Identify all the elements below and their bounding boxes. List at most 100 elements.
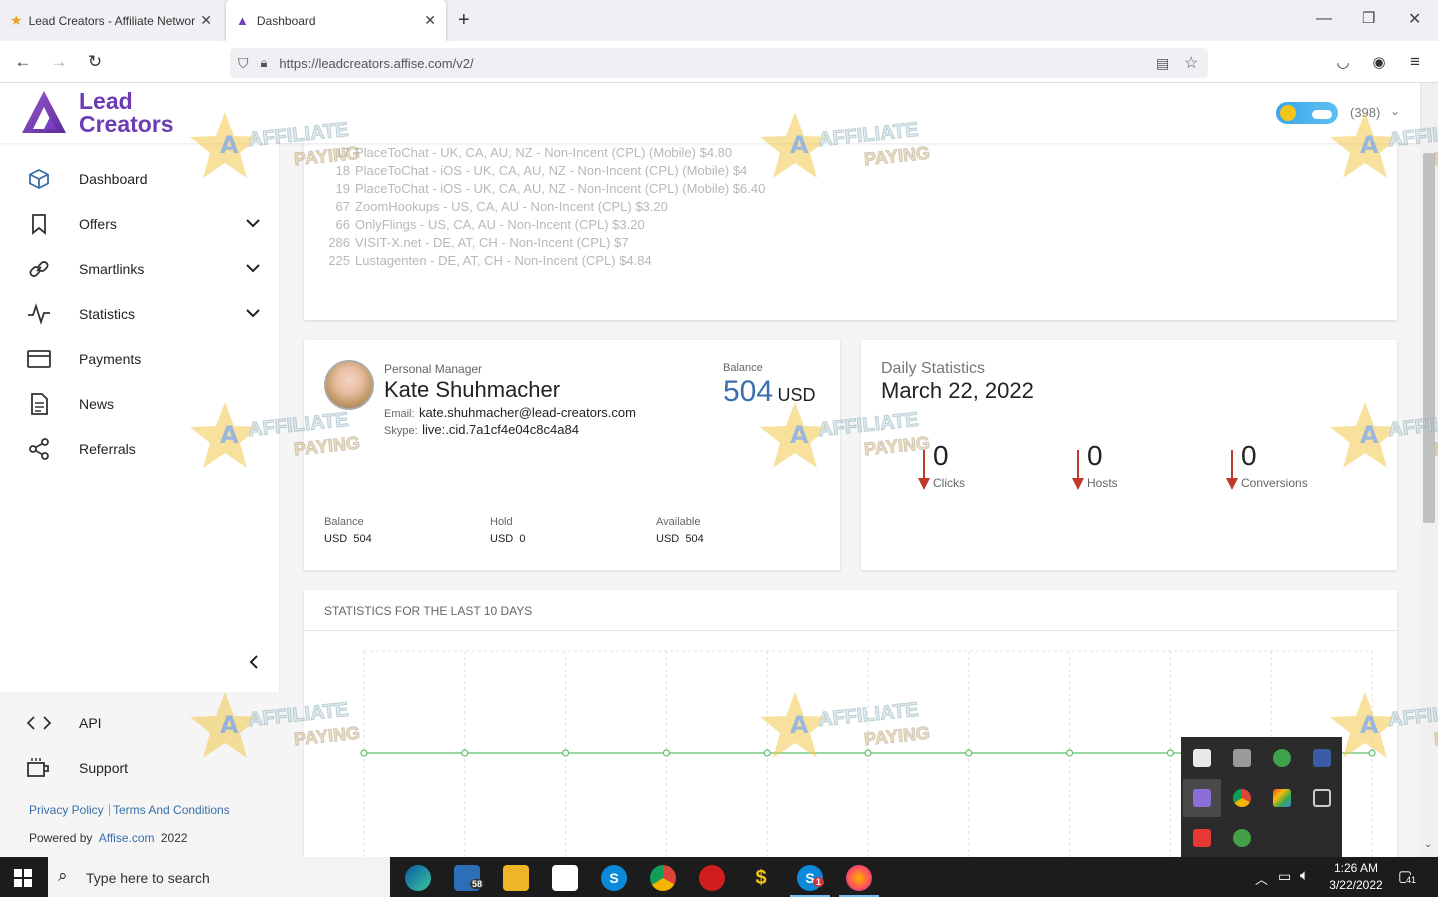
offer-row[interactable]: 67 ZoomHookups - US, CA, AU - Non-Incent … [324, 199, 668, 214]
chart-point[interactable] [1166, 749, 1175, 757]
logo[interactable]: Lead Creators [22, 89, 174, 142]
offer-row[interactable]: 286 VISIT-X.net - DE, AT, CH - Non-Incent… [324, 235, 628, 250]
scrollbar-thumb[interactable] [1423, 153, 1435, 523]
opera-icon[interactable] [699, 865, 725, 891]
firefox-icon[interactable] [846, 865, 872, 891]
taskbar-search-box[interactable]: ⌕ Type here to search [48, 857, 390, 897]
offer-row[interactable]: 225 Lustagenten - DE, AT, CH - Non-Incent… [324, 253, 651, 268]
forward-icon[interactable]: → [48, 51, 70, 73]
sidebar-item-offers[interactable]: Offers [0, 202, 280, 246]
camera-tray-icon[interactable] [1313, 789, 1331, 807]
reader-view-icon[interactable]: ▤ [1156, 55, 1169, 72]
minimize-icon[interactable]: — [1316, 10, 1332, 28]
chevron-down-icon[interactable]: ⌄ [1390, 104, 1400, 118]
chrome-tray-icon[interactable] [1233, 789, 1251, 807]
bookmark-icon [26, 211, 52, 237]
clock-date[interactable]: 3/22/2022 [1328, 878, 1384, 892]
sidebar-item-label: Dashboard [79, 171, 148, 187]
chevron-down-icon[interactable] [244, 306, 262, 322]
offer-id: 225 [328, 253, 350, 268]
volume-icon[interactable]: 🔈︎ [1300, 867, 1309, 884]
browser-tab-dashboard[interactable]: ▲ Dashboard ✕ [226, 0, 446, 41]
restore-icon[interactable]: ❐ [1362, 9, 1375, 27]
chevron-down-icon[interactable] [244, 261, 262, 277]
page-scrollbar[interactable]: ⌄ [1420, 83, 1438, 857]
skype-icon[interactable]: S [601, 865, 627, 891]
footer-value: USD 0 [490, 533, 526, 545]
chart-point[interactable] [1368, 749, 1376, 757]
sidebar-item-smartlinks[interactable]: Smartlinks [0, 247, 280, 291]
sidebar-item-news[interactable]: News [0, 382, 280, 426]
chevron-down-icon[interactable] [244, 216, 262, 232]
terms-link[interactable]: Terms And Conditions [113, 803, 230, 817]
network-icon[interactable]: ▭ [1278, 868, 1291, 885]
scroll-down-icon[interactable]: ⌄ [1424, 839, 1432, 850]
shield-tray-icon[interactable] [1193, 749, 1211, 767]
edge-icon[interactable] [405, 865, 431, 891]
sidebar-item-api[interactable]: API [0, 701, 280, 745]
show-hidden-icons-icon[interactable]: ︿ [1255, 869, 1268, 888]
check-tray-icon[interactable] [1233, 829, 1251, 847]
new-tab-button[interactable]: + [458, 9, 470, 32]
reload-icon[interactable]: ↻ [84, 51, 106, 73]
offer-row[interactable]: 66 OnlyFlings - US, CA, AU - Non-Incent (… [324, 217, 645, 232]
bookmark-star-icon[interactable]: ☆ [1184, 53, 1198, 73]
chart-point[interactable] [965, 749, 973, 757]
chart-point[interactable] [763, 749, 771, 757]
dollar-app-icon[interactable]: $ [748, 865, 774, 891]
sidebar-item-payments[interactable]: Payments [0, 337, 280, 381]
close-icon[interactable]: ✕ [424, 12, 436, 29]
windows-start-icon[interactable] [14, 869, 32, 892]
address-bar[interactable]: ⛉ 🔒︎ https://leadcreators.affise.com/v2/… [230, 48, 1208, 78]
chart-point[interactable] [562, 749, 570, 757]
chart-point[interactable] [864, 749, 872, 757]
browser-tab-bar: ★ Lead Creators - Affiliate Networ ✕ ▲ D… [0, 0, 1438, 41]
google-tray-icon[interactable] [1273, 789, 1291, 807]
sidebar-item-dashboard[interactable]: Dashboard [0, 157, 280, 201]
offer-id: 19 [335, 181, 350, 196]
account-icon[interactable]: ◉ [1368, 51, 1390, 73]
powered-by: Powered by Affise.com 2022 [29, 831, 188, 845]
chart-point[interactable] [1065, 749, 1074, 757]
offer-row[interactable]: 19 PlaceToChat - iOS - UK, CA, AU, NZ - N… [324, 181, 766, 196]
sidebar-footer: API Support Privacy Policy | Terms And C… [0, 692, 280, 857]
notification-center-icon[interactable]: ▢ 41 [1398, 867, 1417, 885]
offer-row[interactable]: 18 PlaceToChat - iOS - UK, CA, AU, NZ - N… [324, 163, 748, 178]
collapse-sidebar-icon[interactable] [246, 653, 262, 676]
offer-id: 286 [328, 235, 350, 250]
mail-icon[interactable]: 58 [454, 865, 485, 891]
sidebar-item-label: Offers [79, 216, 117, 232]
clock-time[interactable]: 1:26 AM [1328, 861, 1384, 875]
offer-row[interactable]: 17 PlaceToChat - UK, CA, AU, NZ - Non-Inc… [324, 145, 733, 160]
avatar [324, 360, 374, 410]
cloud-offline-icon[interactable] [1233, 749, 1251, 767]
privacy-policy-link[interactable]: Privacy Policy [29, 803, 104, 817]
sidebar-item-support[interactable]: Support [0, 746, 280, 790]
browser-tab-lead-creators[interactable]: ★ Lead Creators - Affiliate Networ ✕ [0, 0, 222, 41]
affise-link[interactable]: Affise.com [99, 831, 155, 845]
theme-toggle[interactable] [1276, 102, 1338, 124]
chart-point[interactable] [461, 749, 469, 757]
pocket-icon[interactable]: ◡ [1332, 51, 1354, 73]
sidebar-item-statistics[interactable]: Statistics [0, 292, 280, 336]
chrome-icon[interactable] [650, 865, 676, 891]
red-app-tray-icon[interactable] [1193, 829, 1211, 847]
monitor-tray-icon[interactable] [1313, 749, 1331, 767]
feather-tray-icon[interactable] [1193, 789, 1211, 807]
manager-email[interactable]: kate.shuhmacher@lead-creators.com [419, 405, 636, 420]
skype-icon-2[interactable]: S 1 [797, 865, 825, 891]
notification-count[interactable]: (398) [1350, 105, 1380, 120]
manager-skype[interactable]: live:.cid.7a1cf4e04c8c4a84 [422, 422, 579, 437]
menu-icon[interactable]: ≡ [1404, 51, 1426, 73]
sidebar-item-referrals[interactable]: Referrals [0, 427, 280, 471]
store-icon[interactable] [552, 865, 578, 891]
windows-taskbar: ⌕ Type here to search 58 S $ S 1 ︿ ▭ 🔈︎ … [0, 857, 1438, 897]
file-explorer-icon[interactable] [503, 865, 529, 891]
close-icon[interactable]: ✕ [200, 12, 212, 29]
green-app-icon[interactable] [1273, 749, 1291, 767]
stat-label: Clicks [933, 476, 965, 490]
chart-point[interactable] [360, 749, 368, 757]
back-icon[interactable]: ← [12, 51, 34, 73]
window-close-icon[interactable]: ✕ [1408, 9, 1421, 29]
chart-point[interactable] [662, 749, 670, 757]
